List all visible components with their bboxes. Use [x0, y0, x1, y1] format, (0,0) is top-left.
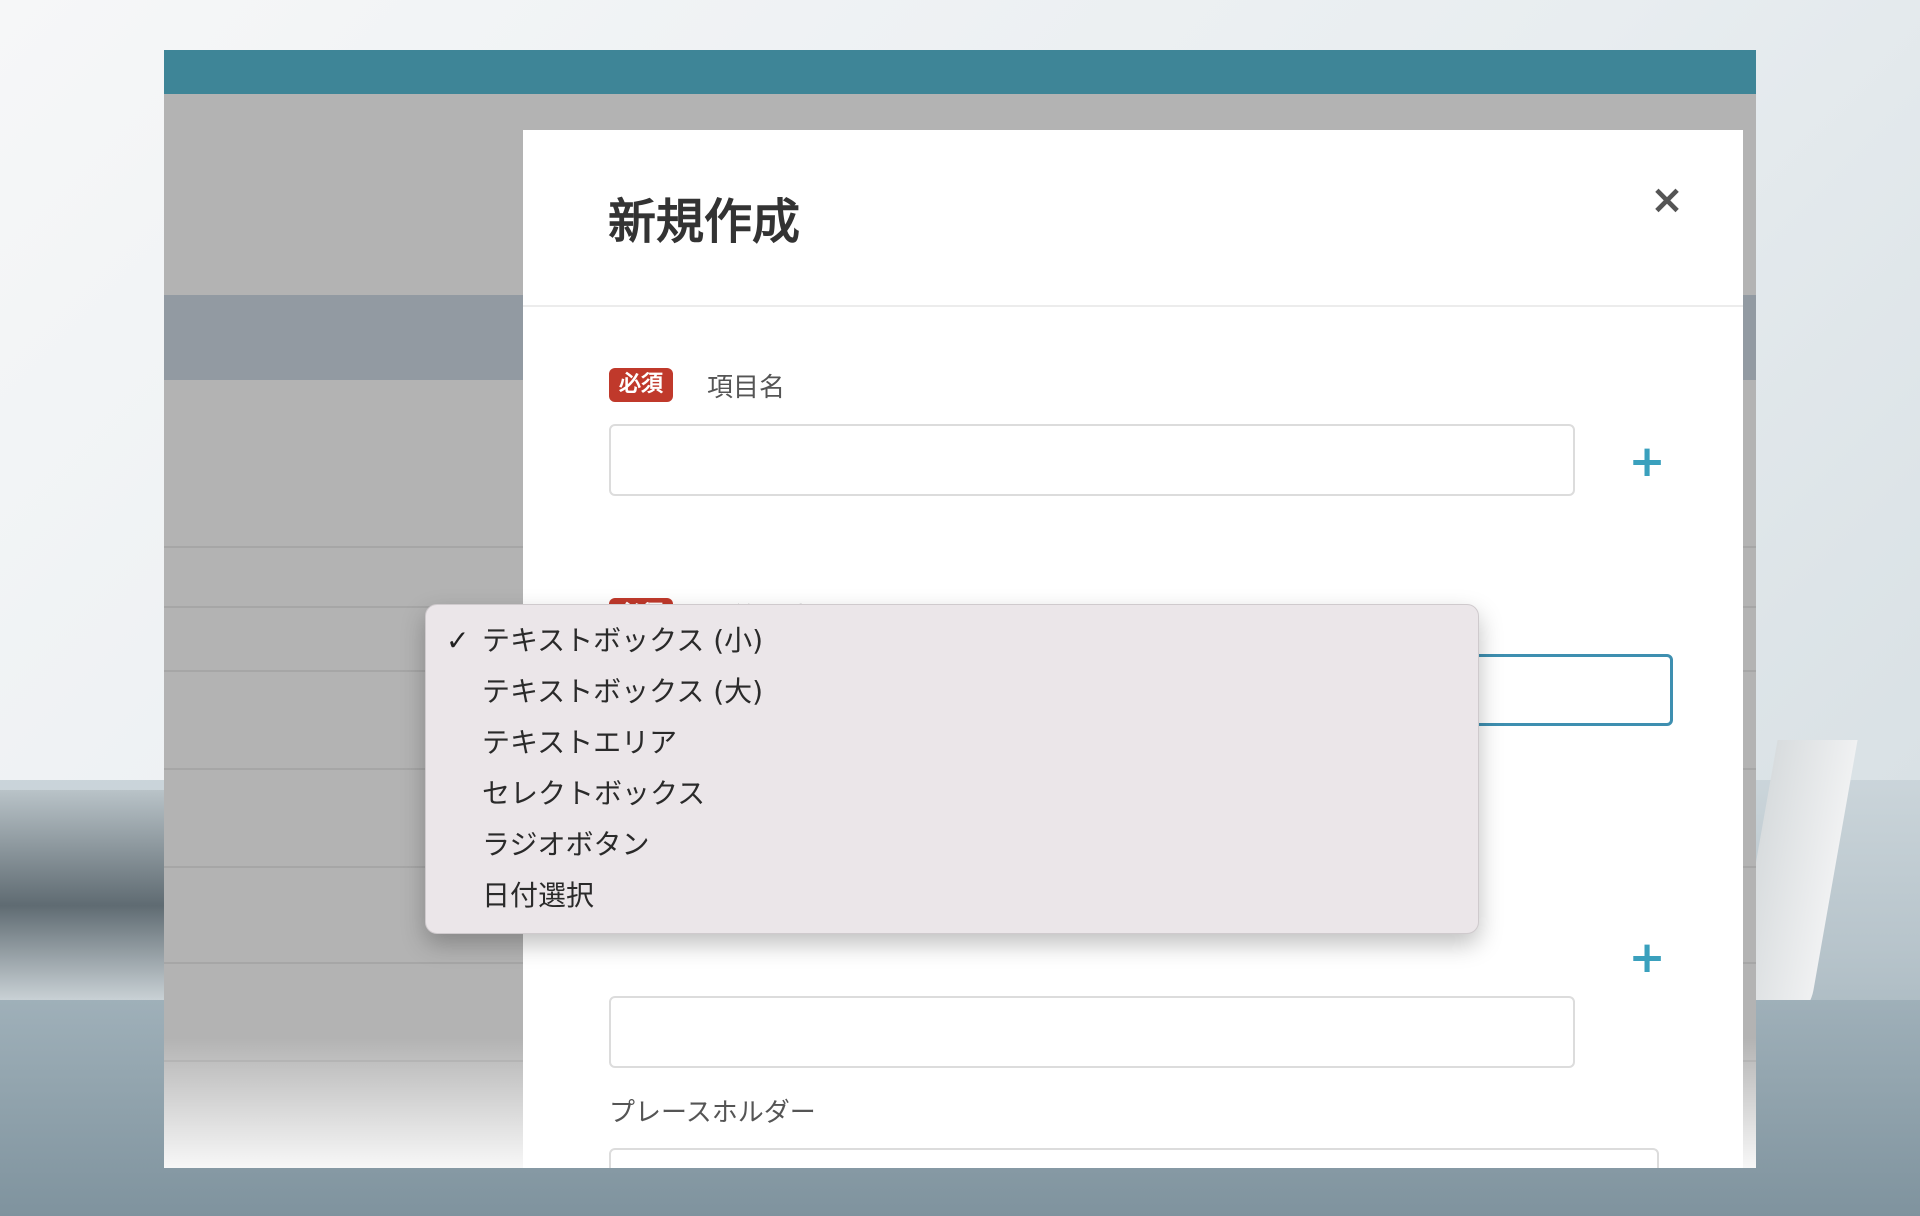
dropdown-option[interactable]: テキストエリア [426, 717, 1478, 768]
dropdown-option[interactable]: ✓ テキストボックス (小) [426, 615, 1478, 666]
answer-format-dropdown: ✓ テキストボックス (小) テキストボックス (大) テキストエリア セレクト… [425, 604, 1479, 934]
dropdown-option-label: セレクトボックス [482, 777, 706, 810]
dropdown-option-label: ラジオボタン [482, 828, 650, 861]
check-icon: ✓ [446, 624, 470, 657]
app-top-bar [164, 50, 1756, 94]
placeholder-input[interactable] [609, 1148, 1659, 1168]
close-icon[interactable]: × [1647, 180, 1687, 220]
required-badge: 必須 [609, 368, 674, 402]
dialog-title: 新規作成 [608, 194, 801, 250]
dropdown-option-label: テキストボックス (小) [482, 624, 764, 657]
item-name-label: 項目名 [707, 372, 786, 403]
dropdown-option-label: 日付選択 [482, 879, 595, 912]
add-item-icon[interactable]: + [1627, 440, 1667, 484]
dropdown-option[interactable]: ラジオボタン [426, 819, 1478, 870]
option-input[interactable] [609, 996, 1575, 1068]
item-name-label-row: 必須 項目名 [609, 366, 785, 404]
add-option-icon[interactable]: + [1627, 936, 1667, 980]
dialog-header: 新規作成 × [523, 130, 1743, 307]
placeholder-label: プレースホルダー [609, 1098, 816, 1128]
background-object [0, 790, 165, 1000]
dropdown-option-label: テキストエリア [482, 726, 678, 759]
dropdown-option[interactable]: 日付選択 [426, 870, 1478, 921]
dropdown-option[interactable]: テキストボックス (大) [426, 666, 1478, 717]
dropdown-option-label: テキストボックス (大) [482, 675, 764, 708]
item-name-input[interactable] [609, 424, 1575, 496]
dropdown-option[interactable]: セレクトボックス [426, 768, 1478, 819]
